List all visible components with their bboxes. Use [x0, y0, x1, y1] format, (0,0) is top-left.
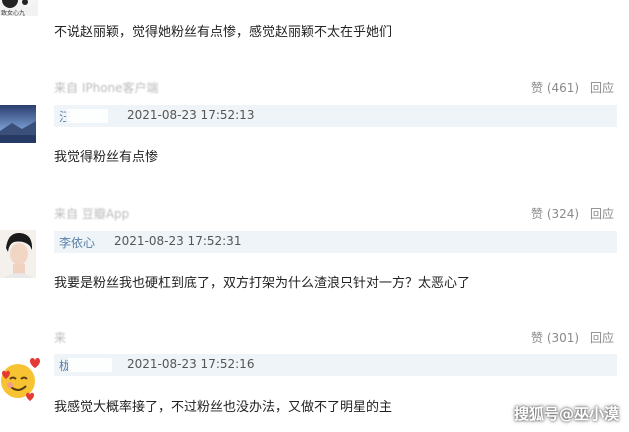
comment-text: 我要是粉丝我也硬杠到底了，双方打架为什么渣浪只针对一方？太恶心了 — [54, 276, 471, 291]
comment-header: 李依心 2021-08-23 17:52:31 — [54, 231, 617, 253]
like-button[interactable]: 赞 (461) — [531, 79, 579, 96]
comment-text: 不说赵丽颖，觉得她粉丝有点惨，感觉赵丽颖不太在乎她们 — [54, 25, 393, 40]
comment-source: 来 — [54, 331, 67, 345]
reply-button[interactable]: 回应 — [590, 205, 614, 222]
username-redaction — [68, 358, 112, 372]
comment-source: 来自 IPhone客户端 — [54, 81, 159, 95]
avatar-emoji[interactable] — [0, 353, 40, 403]
smiling-face-with-hearts-icon — [1, 358, 40, 401]
watermark: 搜狐号@巫小漠 — [513, 405, 619, 423]
avatar-portrait[interactable] — [0, 230, 36, 278]
comment-timestamp: 2021-08-23 17:52:13 — [127, 108, 255, 122]
comment-timestamp: 2021-08-23 17:52:31 — [114, 234, 242, 248]
comment-text: 我感觉大概率接了，不过粉丝也没办法，又做不了明星的主 — [54, 400, 393, 415]
comment-source: 来自 豆瓣App — [54, 207, 130, 221]
username-redaction — [66, 109, 108, 123]
avatar-landscape[interactable] — [0, 105, 36, 143]
avatar-caption: 致女心九 — [1, 10, 26, 16]
reply-button[interactable]: 回应 — [590, 79, 614, 96]
comment-text: 我觉得粉丝有点惨 — [54, 150, 159, 165]
like-button[interactable]: 赞 (324) — [531, 205, 579, 222]
avatar-panda[interactable]: 致女心九 — [0, 0, 38, 16]
like-button[interactable]: 赞 (301) — [531, 329, 579, 346]
reply-button[interactable]: 回应 — [590, 329, 614, 346]
comment-header: 栊 2021-08-23 17:52:16 — [54, 354, 617, 376]
comment-timestamp: 2021-08-23 17:52:16 — [127, 357, 255, 371]
username-link[interactable]: 李依心 — [59, 234, 95, 251]
landscape-avatar-image — [0, 105, 36, 143]
comment-header: 汪 2021-08-23 17:52:13 — [54, 105, 617, 127]
portrait-avatar-image — [4, 232, 34, 278]
